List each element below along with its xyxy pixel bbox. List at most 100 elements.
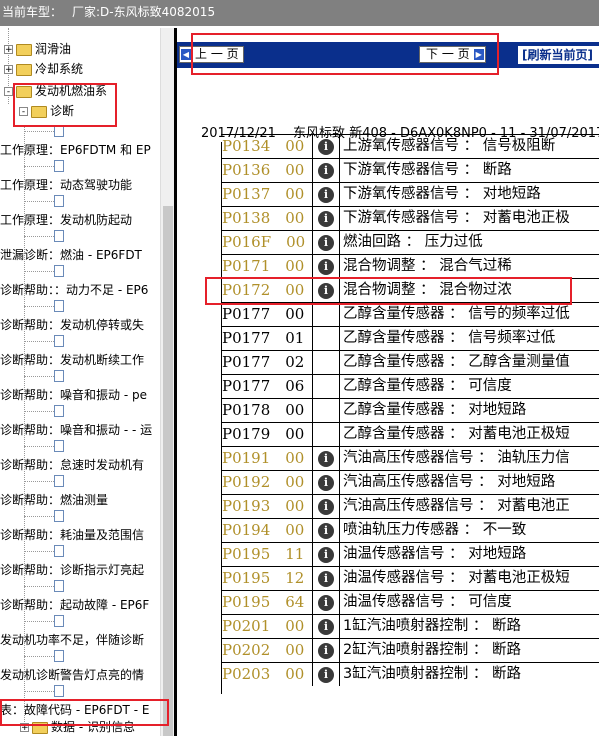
info-icon[interactable]: i [318, 451, 334, 467]
refresh-page-link[interactable]: [刷新当前页] [518, 46, 599, 64]
info-icon[interactable]: i [318, 259, 334, 275]
tree-guide-connector [24, 376, 54, 377]
tree-item[interactable]: 诊断帮助：噪音和振动 - pe [0, 386, 147, 403]
fault-description: 1缸汽油喷射器控制 ： 断路 [339, 615, 521, 638]
fault-code: P0177 06 [221, 375, 313, 398]
fault-code[interactable]: P0203 00 [221, 663, 313, 686]
tree-guide-connector [24, 131, 54, 132]
tree-guide-connector [24, 621, 54, 622]
info-icon[interactable]: i [318, 211, 334, 227]
info-icon[interactable]: i [318, 139, 334, 155]
document-icon [54, 580, 64, 592]
fault-code[interactable]: P0195 64 [221, 591, 313, 614]
tree-guide-connector [24, 166, 54, 167]
tree-item-label: 诊断帮助：发动机停转或失 [0, 318, 145, 332]
table-row: P0179 00 乙醇含量传感器 ： 对蓄电池正极短 [221, 422, 599, 446]
fault-code[interactable]: P0136 00 [221, 159, 313, 182]
expand-icon[interactable]: + [4, 45, 13, 55]
info-icon[interactable]: i [318, 523, 334, 539]
tree-item[interactable]: 诊断帮助：耗油量及范围信 [0, 526, 144, 543]
fault-description: 乙醇含量传感器 ： 信号频率过低 [339, 327, 555, 350]
fault-description: 混合物调整 ： 混合气过稀 [339, 255, 512, 278]
tree-item-label: 诊断帮助：怠速时发动机有 [0, 458, 145, 472]
table-row: P0138 00 i 下游氧传感器信号 ： 对蓄电池正极 [221, 206, 599, 230]
tree-guide-connector [24, 306, 54, 307]
info-icon[interactable]: i [318, 499, 334, 515]
fault-code: P0177 02 [221, 351, 313, 374]
tree-folder-item[interactable]: + 冷却系统 [4, 60, 83, 77]
fault-code[interactable]: P0195 12 [221, 567, 313, 590]
tree-item[interactable]: 诊断帮助：怠速时发动机有 [0, 456, 144, 473]
fault-code[interactable]: P0193 00 [221, 495, 313, 518]
tree-item[interactable]: 诊断帮助：诊断指示灯亮起 [0, 561, 144, 578]
title-bar: 当前车型： 厂家:D-东风标致4082015 [0, 0, 599, 26]
tree-item-label: 工作原理：发动机防起动 [0, 213, 133, 227]
tree-item[interactable]: 诊断帮助：燃油测量 [0, 491, 108, 508]
tree-item[interactable]: 工作原理：发动机防起动 [0, 211, 132, 228]
tree-guide-connector [24, 271, 54, 272]
fault-description: 下游氧传感器信号 ： 对地短路 [339, 183, 541, 206]
fault-code[interactable]: P0194 00 [221, 519, 313, 542]
fault-code[interactable]: P0192 00 [221, 471, 313, 494]
tree-item-label: 工作原理：动态驾驶功能 [0, 178, 133, 192]
collapse-icon[interactable]: - [4, 87, 13, 97]
table-row: P016F 00 i 燃油回路 ： 压力过低 [221, 230, 599, 254]
fault-code[interactable]: P0195 11 [221, 543, 313, 566]
fault-code[interactable]: P0138 00 [221, 207, 313, 230]
info-icon[interactable]: i [318, 547, 334, 563]
tree-item-label: 诊断帮助：：动力不足 - EP6 [0, 283, 149, 297]
fault-code[interactable]: P0191 00 [221, 447, 313, 470]
fault-code[interactable]: P0134 00 [221, 135, 313, 158]
tree-item[interactable]: 工作原理：EP6FDTM 和 EP [0, 141, 151, 158]
document-icon [54, 510, 64, 522]
info-icon[interactable]: i [318, 475, 334, 491]
tree-guide-connector [24, 481, 54, 482]
table-row: P0171 00 i 混合物调整 ： 混合气过稀 [221, 254, 599, 278]
fault-code[interactable]: P0137 00 [221, 183, 313, 206]
tree-item-label: 泄漏诊断：燃油 - EP6FDT [0, 248, 142, 262]
tree-folder-item[interactable]: + 润滑油 [4, 40, 71, 57]
info-icon[interactable]: i [318, 595, 334, 611]
tree-item[interactable]: 诊断帮助：发动机断续工作 [0, 351, 144, 368]
tree-item[interactable]: 发动机诊断警告灯点亮的情 [0, 666, 144, 683]
document-icon [54, 475, 64, 487]
expand-icon[interactable]: + [4, 65, 13, 75]
fault-code[interactable]: P016F 00 [221, 231, 313, 254]
fault-code: P0179 00 [221, 423, 313, 446]
info-icon[interactable]: i [318, 187, 334, 203]
info-icon[interactable]: i [318, 619, 334, 635]
table-row: P0203 00 i 3缸汽油喷射器控制 ： 断路 [221, 662, 599, 686]
fault-description: 汽油高压传感器信号 ： 对地短路 [339, 471, 555, 494]
fault-code[interactable]: P0202 00 [221, 639, 313, 662]
fault-code[interactable]: P0201 00 [221, 615, 313, 638]
tree-item[interactable]: 发动机功率不足，伴随诊断 [0, 631, 144, 648]
info-icon[interactable]: i [318, 235, 334, 251]
table-row: P0192 00 i 汽油高压传感器信号 ： 对地短路 [221, 470, 599, 494]
document-icon [54, 230, 64, 242]
tree-guide-connector [24, 656, 54, 657]
info-icon[interactable]: i [318, 571, 334, 587]
tree-item[interactable]: 诊断帮助：噪音和振动 - - 运 [0, 421, 152, 438]
tree-item[interactable]: 诊断帮助：起动故障 - EP6F [0, 596, 149, 613]
tree-item[interactable]: 诊断帮助：：动力不足 - EP6 [0, 281, 148, 298]
document-icon [54, 335, 64, 347]
highlight-box-tree-diag [13, 83, 117, 127]
tree-item-label: 发动机诊断警告灯点亮的情 [0, 668, 145, 682]
scrollbar-thumb[interactable] [163, 206, 173, 736]
tree-guide-connector [24, 586, 54, 587]
table-row: P0202 00 i 2缸汽油喷射器控制 ： 断路 [221, 638, 599, 662]
info-icon[interactable]: i [318, 643, 334, 659]
tree-guide-connector [24, 341, 54, 342]
fault-description: 油温传感器信号 ： 对蓄电池正极短 [339, 567, 570, 590]
tree-item[interactable]: 工作原理：动态驾驶功能 [0, 176, 132, 193]
document-icon [54, 405, 64, 417]
tree-item[interactable]: 泄漏诊断：燃油 - EP6FDT [0, 246, 142, 263]
tree-item[interactable]: 诊断帮助：发动机停转或失 [0, 316, 144, 333]
info-icon[interactable]: i [318, 163, 334, 179]
tree-scrollbar[interactable] [160, 28, 175, 736]
fault-code[interactable]: P0171 00 [221, 255, 313, 278]
current-model-value: 厂家:D-东风标致4082015 [72, 5, 216, 19]
table-row: P0177 01 乙醇含量传感器 ： 信号频率过低 [221, 326, 599, 350]
tree-item-label: 冷却系统 [35, 62, 84, 76]
info-icon[interactable]: i [318, 667, 334, 683]
